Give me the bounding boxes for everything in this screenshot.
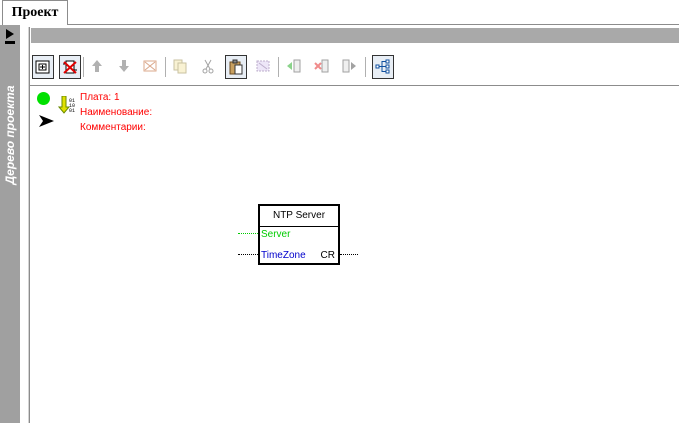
toolbar-separator (165, 57, 166, 77)
paste-icon (229, 59, 243, 75)
tree-view-icon (375, 59, 390, 74)
select-button[interactable] (253, 55, 275, 79)
move-down-button[interactable] (114, 55, 136, 79)
bit-transfer-icon[interactable]: 01 10 01 (58, 96, 78, 116)
sidebar-label[interactable]: Дерево проекта (0, 65, 20, 205)
cut-block-icon (143, 60, 157, 72)
board-number: Плата: 1 (80, 92, 120, 103)
tab-project[interactable]: Проект (2, 0, 68, 25)
board-name: Наименование: (80, 107, 153, 118)
server-input-wire[interactable] (238, 233, 258, 234)
status-indicator (37, 92, 50, 105)
toolbar-separator (365, 57, 366, 77)
remove-left-icon (314, 59, 329, 73)
pointer-arrow-icon (39, 115, 54, 127)
copy-icon (173, 59, 187, 74)
tab-strip: Проект (0, 0, 679, 25)
insert-right-icon (342, 59, 356, 73)
input-port-server[interactable]: Server (261, 229, 290, 240)
toolbar-separator (83, 57, 84, 77)
add-block-icon (35, 60, 50, 74)
sidebar-label-text: Дерево проекта (3, 85, 17, 185)
svg-text:01: 01 (69, 108, 75, 114)
toolbar-separator (278, 57, 279, 77)
move-up-button[interactable] (87, 55, 109, 79)
workspace-edge (29, 27, 30, 423)
paste-button[interactable] (225, 55, 247, 79)
play-pin-icon[interactable] (3, 28, 17, 44)
output-port-cr[interactable]: CR (321, 250, 335, 261)
input-port-timezone[interactable]: TimeZone (261, 250, 306, 261)
remove-left-button[interactable] (312, 55, 334, 79)
copy-button[interactable] (170, 55, 192, 79)
insert-left-button[interactable] (284, 55, 306, 79)
scissors-button[interactable] (198, 55, 220, 79)
timezone-input-wire[interactable] (238, 254, 258, 255)
arrow-down-icon (119, 60, 129, 72)
board-comment: Комментарии: (80, 122, 146, 133)
board-info: Плата: 1 Наименование: Комментарии: (80, 90, 152, 135)
cut-block-button[interactable] (140, 55, 162, 79)
cr-output-wire[interactable] (340, 254, 358, 255)
block-title: NTP Server (260, 206, 338, 227)
project-tree-sidebar[interactable]: Дерево проекта (0, 25, 20, 423)
workspace-title-bar (31, 28, 679, 43)
scissors-icon (202, 59, 214, 74)
add-block-button[interactable] (32, 55, 54, 79)
ntp-server-block[interactable]: NTP Server Server TimeZone CR (258, 204, 340, 265)
delete-block-icon (63, 60, 77, 74)
tree-view-button[interactable] (372, 55, 394, 79)
toolbar-divider (30, 85, 679, 86)
delete-block-button[interactable] (59, 55, 81, 79)
insert-left-icon (287, 59, 301, 73)
select-icon (256, 60, 270, 72)
insert-right-button[interactable] (339, 55, 361, 79)
arrow-up-icon (92, 60, 102, 72)
